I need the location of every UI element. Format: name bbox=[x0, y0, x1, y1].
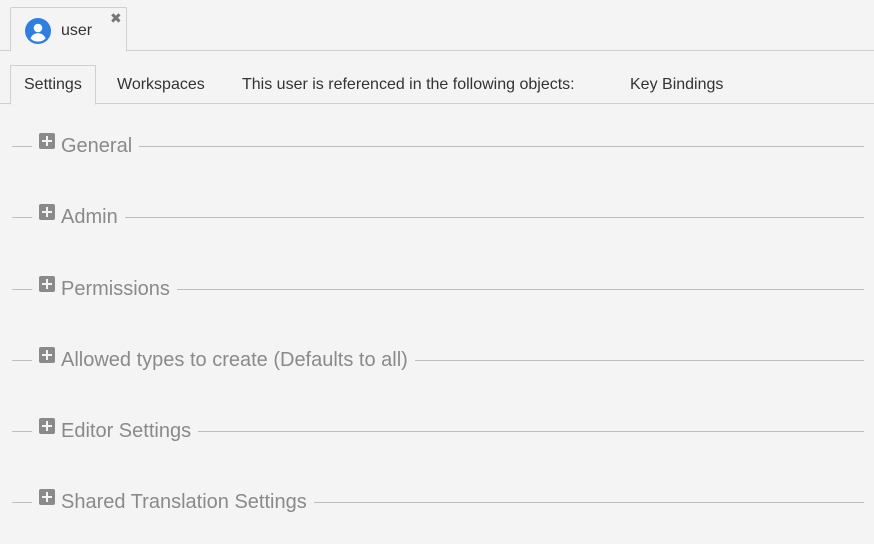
section-permissions[interactable]: Permissions bbox=[12, 274, 864, 304]
tab-key-bindings[interactable]: Key Bindings bbox=[630, 65, 723, 104]
section-general[interactable]: General bbox=[12, 131, 864, 161]
tab-settings[interactable]: Settings bbox=[10, 65, 96, 105]
section-title: Allowed types to create (Defaults to all… bbox=[61, 348, 415, 372]
section-divider bbox=[72, 217, 864, 218]
section-divider bbox=[12, 431, 32, 432]
section-divider bbox=[12, 502, 32, 503]
document-tab-user[interactable]: user ✖ bbox=[10, 7, 127, 52]
section-divider bbox=[72, 289, 864, 290]
tab-referenced-objects[interactable]: This user is referenced in the following… bbox=[242, 65, 575, 104]
expand-plus-icon[interactable] bbox=[39, 489, 55, 505]
section-title: Editor Settings bbox=[61, 419, 199, 443]
expand-plus-icon[interactable] bbox=[39, 204, 55, 220]
document-tab-label: user bbox=[61, 22, 93, 39]
section-allowed-types[interactable]: Allowed types to create (Defaults to all… bbox=[12, 345, 864, 375]
section-admin[interactable]: Admin bbox=[12, 202, 864, 232]
user-avatar-icon bbox=[25, 18, 51, 44]
section-title: Shared Translation Settings bbox=[61, 490, 314, 514]
close-tab-icon[interactable]: ✖ bbox=[110, 11, 122, 25]
section-title: General bbox=[61, 134, 140, 158]
section-divider bbox=[12, 217, 32, 218]
expand-plus-icon[interactable] bbox=[39, 133, 55, 149]
editor-tab-bar: Settings Workspaces This user is referen… bbox=[0, 65, 874, 105]
section-divider bbox=[12, 360, 32, 361]
user-editor-panel: user ✖ Settings Workspaces This user is … bbox=[0, 0, 874, 544]
tab-workspaces[interactable]: Workspaces bbox=[117, 65, 205, 104]
section-title: Admin bbox=[61, 205, 125, 229]
section-divider bbox=[12, 146, 32, 147]
section-divider bbox=[72, 146, 864, 147]
expand-plus-icon[interactable] bbox=[39, 276, 55, 292]
section-title: Permissions bbox=[61, 277, 177, 301]
document-tab-bar: user ✖ bbox=[0, 0, 874, 52]
section-editor-settings[interactable]: Editor Settings bbox=[12, 416, 864, 446]
section-divider bbox=[12, 289, 32, 290]
expand-plus-icon[interactable] bbox=[39, 347, 55, 363]
section-shared-translation-settings[interactable]: Shared Translation Settings bbox=[12, 487, 864, 517]
expand-plus-icon[interactable] bbox=[39, 418, 55, 434]
